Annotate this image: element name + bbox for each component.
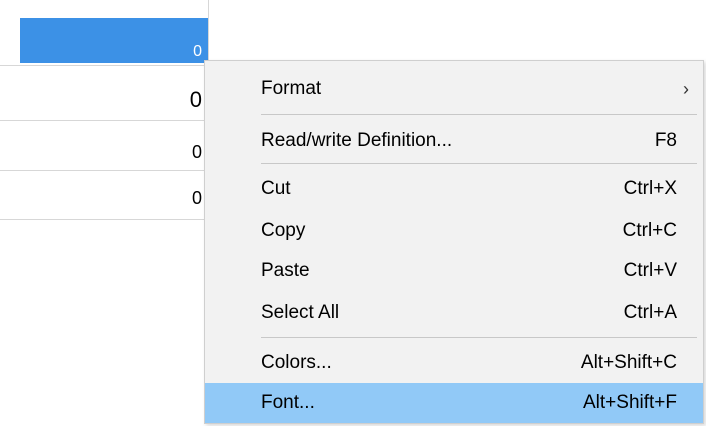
menu-item-label: Copy bbox=[261, 220, 306, 241]
menu-item-shortcut: F8 bbox=[654, 130, 677, 151]
grid-row-divider bbox=[0, 170, 210, 171]
menu-item-shortcut: Ctrl+A bbox=[623, 302, 677, 323]
menu-item-colors[interactable]: Colors... Alt+Shift+C bbox=[205, 343, 703, 383]
cell-value: 0 bbox=[191, 142, 202, 162]
menu-item-font[interactable]: Font... Alt+Shift+F bbox=[205, 383, 703, 423]
grid-cell-selected[interactable]: 0 bbox=[20, 18, 208, 63]
app-window: 0 0 0 0 Format › Read/write Definition..… bbox=[0, 0, 706, 426]
menu-separator bbox=[261, 114, 697, 115]
menu-separator bbox=[261, 163, 697, 164]
menu-item-format[interactable]: Format › bbox=[205, 69, 703, 109]
grid-row-divider bbox=[0, 120, 210, 121]
grid-cell[interactable]: 0 bbox=[20, 70, 208, 117]
cell-value: 0 bbox=[193, 43, 202, 60]
menu-item-shortcut: Ctrl+X bbox=[623, 178, 677, 199]
grid-cell[interactable]: 0 bbox=[20, 122, 208, 169]
menu-item-cut[interactable]: Cut Ctrl+X bbox=[205, 169, 703, 209]
menu-separator bbox=[261, 337, 697, 338]
chevron-right-icon: › bbox=[683, 79, 689, 99]
menu-item-shortcut: Alt+Shift+F bbox=[583, 392, 677, 413]
data-grid: 0 0 0 0 bbox=[0, 0, 210, 220]
menu-item-label: Select All bbox=[261, 302, 340, 323]
menu-item-copy[interactable]: Copy Ctrl+C bbox=[205, 211, 703, 251]
menu-item-label: Read/write Definition... bbox=[261, 130, 453, 151]
menu-item-shortcut: Ctrl+C bbox=[622, 220, 677, 241]
menu-item-select-all[interactable]: Select All Ctrl+A bbox=[205, 293, 703, 333]
cell-value: 0 bbox=[191, 188, 202, 208]
menu-item-label: Cut bbox=[261, 178, 291, 199]
menu-item-paste[interactable]: Paste Ctrl+V bbox=[205, 251, 703, 291]
menu-item-label: Paste bbox=[261, 260, 310, 281]
grid-row-divider bbox=[0, 219, 210, 220]
menu-item-shortcut: Alt+Shift+C bbox=[580, 352, 677, 373]
menu-item-label: Font... bbox=[261, 392, 315, 413]
context-menu: Format › Read/write Definition... F8 Cut… bbox=[204, 60, 704, 424]
menu-item-shortcut: Ctrl+V bbox=[623, 260, 677, 281]
menu-item-label: Format bbox=[261, 78, 322, 99]
menu-item-label: Colors... bbox=[261, 352, 332, 373]
cell-value: 0 bbox=[189, 87, 202, 112]
grid-row-divider bbox=[0, 65, 210, 66]
grid-cell[interactable]: 0 bbox=[20, 172, 208, 219]
menu-item-read-write-definition[interactable]: Read/write Definition... F8 bbox=[205, 121, 703, 161]
